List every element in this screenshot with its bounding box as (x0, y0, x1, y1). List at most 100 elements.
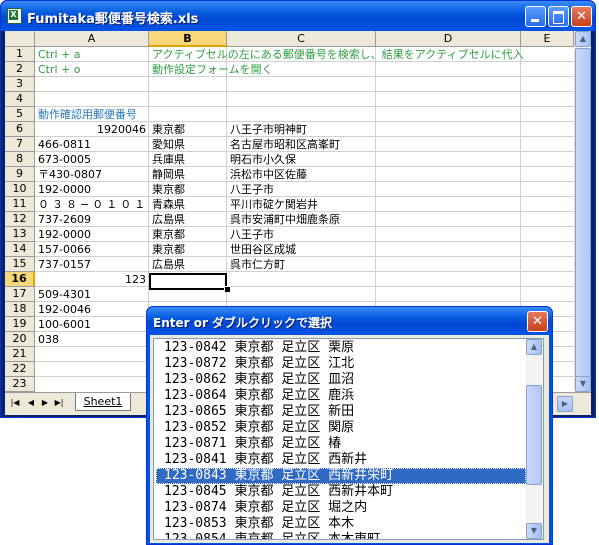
list-item[interactable]: 123-0865 東京都 足立区 新田 (156, 404, 526, 420)
list-item[interactable]: 123-0864 東京都 足立区 鹿浜 (156, 388, 526, 404)
title-bar[interactable]: Fumitaka郵便番号検索.xls ✕ (1, 1, 595, 31)
row-header[interactable]: 11 (5, 197, 35, 212)
column-header-c[interactable]: C (227, 31, 376, 47)
row-header[interactable]: 7 (5, 137, 35, 152)
cell-a9[interactable]: 〒430-0807 (36, 167, 104, 182)
list-item[interactable]: 123-0854 東京都 足立区 本木東町 (156, 532, 526, 539)
column-header-e[interactable]: E (521, 31, 574, 47)
cell-b8[interactable]: 兵庫県 (150, 152, 187, 167)
cell-b11[interactable]: 青森県 (150, 197, 187, 212)
excel-file-icon[interactable] (7, 8, 22, 24)
cell-a13[interactable]: 192-0000 (36, 227, 93, 242)
list-item[interactable]: 123-0845 東京都 足立区 西新井本町 (156, 484, 526, 500)
cell-c11[interactable]: 平川市碇ケ関岩井 (228, 197, 320, 212)
select-all-corner[interactable] (5, 31, 35, 47)
cell-c12[interactable]: 呉市安浦町中畑鹿条原 (228, 212, 342, 227)
dialog-close-button[interactable]: ✕ (527, 311, 548, 332)
row-header[interactable]: 10 (5, 182, 35, 197)
cell-a17[interactable]: 509-4301 (36, 287, 93, 302)
list-item[interactable]: 123-0841 東京都 足立区 西新井 (156, 452, 526, 468)
active-cell-b16[interactable] (149, 273, 227, 290)
list-scroll-down-button[interactable]: ▼ (526, 523, 542, 539)
cell-b7[interactable]: 愛知県 (150, 137, 187, 152)
cell-c13[interactable]: 八王子市 (228, 227, 276, 242)
cell-a2[interactable]: Ctrl + o (36, 62, 83, 77)
row-header[interactable]: 17 (5, 287, 35, 302)
cell-c9[interactable]: 浜松市中区佐藤 (228, 167, 309, 182)
cell-a20[interactable]: 038 (36, 332, 61, 347)
cell-c8[interactable]: 明石市小久保 (228, 152, 298, 167)
list-item[interactable]: 123-0871 東京都 足立区 椿 (156, 436, 526, 452)
cell-a18[interactable]: 192-0046 (36, 302, 93, 317)
cell-b6[interactable]: 東京都 (150, 122, 187, 137)
close-button[interactable]: ✕ (571, 6, 592, 27)
row-header[interactable]: 5 (5, 107, 35, 122)
cell-a5[interactable]: 動作確認用郵便番号 (36, 107, 139, 122)
next-sheet-icon[interactable]: ▶ (38, 397, 52, 409)
cell-b13[interactable]: 東京都 (150, 227, 187, 242)
first-sheet-icon[interactable]: |◀ (8, 397, 22, 409)
cell-c6[interactable]: 八王子市明神町 (228, 122, 309, 137)
cell-a14[interactable]: 157-0066 (36, 242, 93, 257)
cell-a7[interactable]: 466-0811 (36, 137, 93, 152)
cell-b12[interactable]: 広島県 (150, 212, 187, 227)
cell-c10[interactable]: 八王子市 (228, 182, 276, 197)
maximize-button[interactable] (548, 6, 569, 27)
scroll-right-button[interactable]: ▶ (557, 396, 573, 412)
cell-a6[interactable]: 1920046 (36, 122, 148, 137)
row-header[interactable]: 20 (5, 332, 35, 347)
list-item[interactable]: 123-0853 東京都 足立区 本木 (156, 516, 526, 532)
vertical-scrollbar[interactable]: ▲ ▼ (574, 31, 591, 392)
cell-b1[interactable]: アクティブセルの左にある郵便番号を検索し、結果をアクティブセルに代入 (150, 47, 526, 62)
row-header[interactable]: 8 (5, 152, 35, 167)
row-header[interactable]: 15 (5, 257, 35, 272)
column-header-b[interactable]: B (149, 31, 227, 47)
row-header[interactable]: 23 (5, 377, 35, 392)
list-item[interactable]: 123-0842 東京都 足立区 栗原 (156, 340, 526, 356)
list-scroll-thumb[interactable] (526, 385, 542, 485)
listbox-scrollbar[interactable]: ▲ ▼ (526, 339, 543, 539)
cell-a1[interactable]: Ctrl + a (36, 47, 83, 62)
last-sheet-icon[interactable]: ▶| (52, 397, 66, 409)
row-header[interactable]: 14 (5, 242, 35, 257)
row-header[interactable]: 4 (5, 92, 35, 107)
row-header[interactable]: 21 (5, 347, 35, 362)
row-header[interactable]: 22 (5, 362, 35, 377)
fill-handle[interactable] (224, 286, 231, 293)
address-listbox[interactable]: 123-0842 東京都 足立区 栗原 123-0872 東京都 足立区 江北 … (153, 338, 544, 540)
sheet-tab-sheet1[interactable]: Sheet1 (75, 393, 131, 411)
list-item[interactable]: 123-0874 東京都 足立区 堀之内 (156, 500, 526, 516)
cell-a12[interactable]: 737-2609 (36, 212, 93, 227)
list-item[interactable]: 123-0872 東京都 足立区 江北 (156, 356, 526, 372)
cell-a8[interactable]: 673-0005 (36, 152, 93, 167)
scroll-thumb[interactable] (575, 48, 591, 378)
list-scroll-up-button[interactable]: ▲ (526, 339, 542, 355)
cell-a16[interactable]: 123 (36, 272, 148, 287)
cell-a10[interactable]: 192-0000 (36, 182, 93, 197)
cell-b15[interactable]: 広島県 (150, 257, 187, 272)
row-header[interactable]: 16 (5, 272, 35, 287)
row-header[interactable]: 9 (5, 167, 35, 182)
list-item[interactable]: 123-0862 東京都 足立区 皿沼 (156, 372, 526, 388)
column-header-a[interactable]: A (35, 31, 149, 47)
cell-c14[interactable]: 世田谷区成城 (228, 242, 298, 257)
cell-a11[interactable]: ０３８−０１０１ (36, 197, 150, 212)
prev-sheet-icon[interactable]: ◀ (24, 397, 38, 409)
cell-b2[interactable]: 動作設定フォームを開く (150, 62, 275, 77)
cell-a15[interactable]: 737-0157 (36, 257, 93, 272)
cell-c7[interactable]: 名古屋市昭和区高峯町 (228, 137, 342, 152)
list-item-selected[interactable]: 123-0843 東京都 足立区 西新井栄町 (156, 468, 526, 484)
cell-c15[interactable]: 呉市仁方町 (228, 257, 287, 272)
row-header[interactable]: 19 (5, 317, 35, 332)
row-header[interactable]: 6 (5, 122, 35, 137)
minimize-button[interactable] (525, 6, 546, 27)
row-header[interactable]: 1 (5, 47, 35, 62)
cell-b10[interactable]: 東京都 (150, 182, 187, 197)
list-item[interactable]: 123-0852 東京都 足立区 関原 (156, 420, 526, 436)
row-header[interactable]: 13 (5, 227, 35, 242)
row-header[interactable]: 3 (5, 77, 35, 92)
row-header[interactable]: 2 (5, 62, 35, 77)
row-header[interactable]: 12 (5, 212, 35, 227)
cell-a19[interactable]: 100-6001 (36, 317, 93, 332)
cell-b9[interactable]: 静岡県 (150, 167, 187, 182)
